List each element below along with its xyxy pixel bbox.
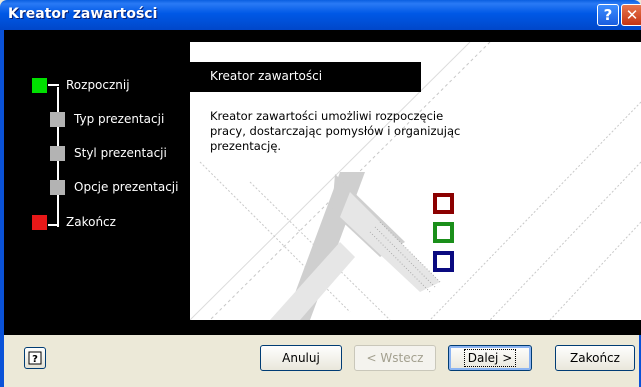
step-marker-final: [32, 215, 47, 230]
decor-square-blue: [433, 251, 454, 272]
content-header: Kreator zawartości: [190, 62, 421, 92]
step-label: Zakończ: [66, 215, 116, 229]
question-mark-icon: ?: [603, 6, 613, 24]
step-label: Opcje prezentacji: [74, 180, 179, 194]
step-label: Rozpocznij: [66, 78, 130, 92]
step-label: Styl prezentacji: [74, 146, 167, 160]
help-book-icon: ?: [28, 351, 42, 365]
window-title: Kreator zawartości: [8, 6, 158, 22]
finish-button[interactable]: Zakończ: [555, 345, 635, 371]
content-area: Kreator zawartości Kreator zawartości um…: [190, 42, 641, 320]
cancel-button[interactable]: Anuluj: [260, 345, 342, 371]
back-button[interactable]: < Wstecz: [354, 345, 436, 371]
roadmap-connector-top: [48, 84, 59, 86]
close-button[interactable]: ✕: [621, 4, 641, 26]
roadmap-connector-bottom: [48, 224, 59, 226]
svg-text:?: ?: [32, 354, 38, 365]
decor-square-green: [433, 222, 454, 243]
next-button[interactable]: Dalej >: [448, 345, 532, 371]
close-icon: ✕: [625, 6, 639, 24]
step-marker: [50, 180, 65, 195]
step-marker: [50, 146, 65, 161]
step-marker-current: [32, 78, 47, 93]
help-button[interactable]: ?: [24, 347, 46, 369]
step-marker: [50, 112, 65, 127]
title-bar: Kreator zawartości ? ✕: [0, 0, 641, 30]
content-description: Kreator zawartości umożliwi rozpoczęcie …: [210, 109, 461, 153]
help-title-button[interactable]: ?: [597, 4, 619, 26]
step-label: Typ prezentacji: [74, 112, 165, 126]
decor-square-red: [433, 193, 454, 214]
